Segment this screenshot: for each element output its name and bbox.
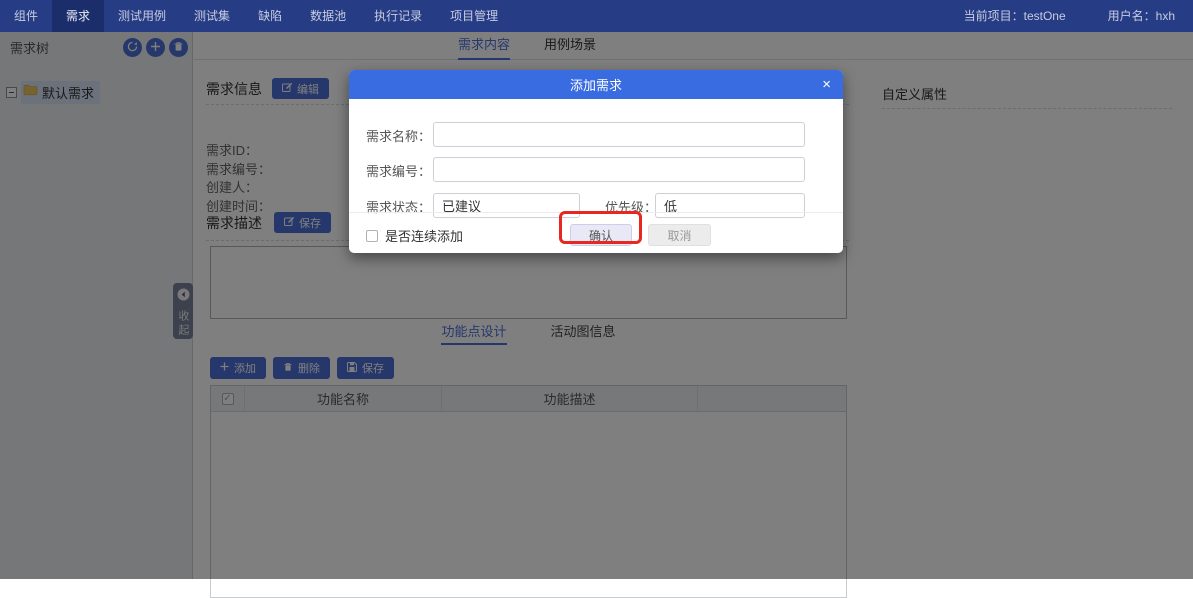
dialog-header: 添加需求 ×: [349, 70, 843, 99]
requirement-name-label: 需求名称：: [366, 126, 431, 145]
current-project-label: 当前项目：testOne: [964, 0, 1066, 32]
nav-item-project-management[interactable]: 项目管理: [436, 0, 512, 32]
username-label: 用户名：hxh: [1108, 0, 1175, 32]
nav-right-info: 当前项目：testOne 用户名：hxh: [964, 0, 1193, 32]
dialog-footer: 是否连续添加 确认 取消: [349, 212, 843, 253]
close-icon[interactable]: ×: [822, 70, 831, 99]
nav-item-data-pool[interactable]: 数据池: [296, 0, 360, 32]
continuous-add-checkbox[interactable]: [366, 230, 378, 242]
nav-item-test-sets[interactable]: 测试集: [180, 0, 244, 32]
dialog-title: 添加需求: [570, 75, 622, 94]
requirement-no-label: 需求编号：: [366, 161, 431, 180]
requirement-no-input[interactable]: [433, 157, 805, 182]
confirm-button[interactable]: 确认: [570, 224, 632, 246]
nav-item-defects[interactable]: 缺陷: [244, 0, 296, 32]
requirement-name-input[interactable]: [433, 122, 805, 147]
nav-item-test-cases[interactable]: 测试用例: [104, 0, 180, 32]
cancel-button[interactable]: 取消: [648, 224, 711, 246]
nav-item-requirements[interactable]: 需求: [52, 0, 104, 32]
top-nav: 组件 需求 测试用例 测试集 缺陷 数据池 执行记录 项目管理 当前项目：tes…: [0, 0, 1193, 32]
page-body: 需求树 默认需求: [0, 32, 1193, 579]
nav-item-execution-records[interactable]: 执行记录: [360, 0, 436, 32]
nav-item-components[interactable]: 组件: [0, 0, 52, 32]
add-requirement-dialog: 添加需求 × 需求名称： * 需求编号： * 需求状态： 优先级： 是否连续添加…: [349, 70, 843, 253]
continuous-add-label: 是否连续添加: [385, 226, 463, 245]
